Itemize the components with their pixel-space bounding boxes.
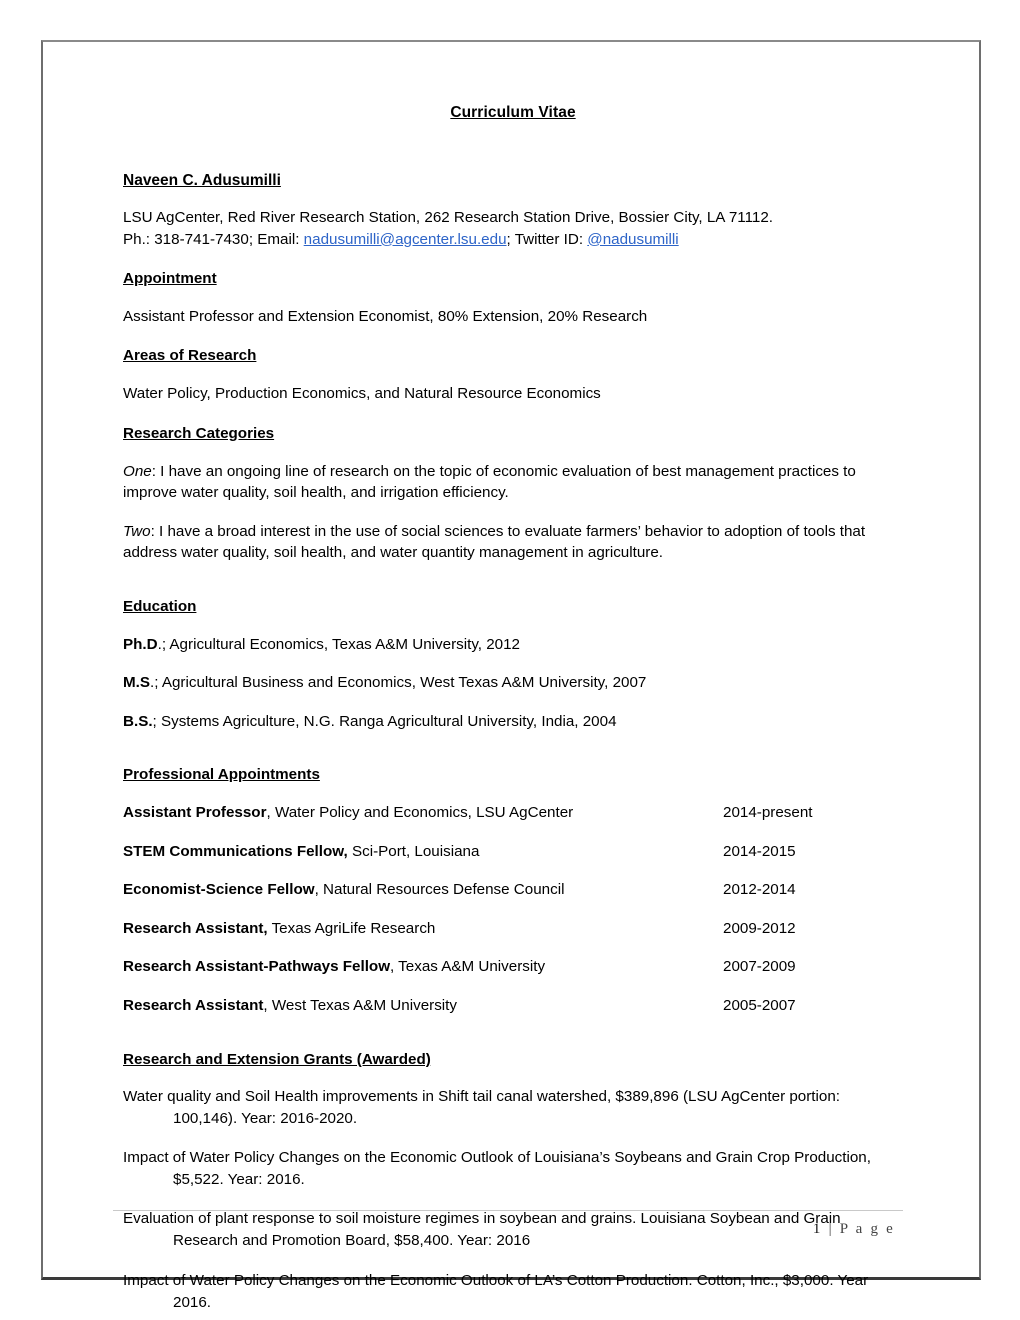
appointment-years: 2012-2014 [723, 881, 796, 899]
appointment-row: Research Assistant, West Texas A&M Unive… [123, 995, 903, 1017]
contact-prefix: Ph.: 318-741-7430; Email: [123, 230, 304, 248]
appointment-title: Research Assistant, [123, 919, 268, 937]
education-degree: B.S. [123, 712, 153, 730]
appointment-years: 2014-present [723, 804, 813, 822]
page-title-text: Curriculum Vitae [450, 104, 576, 121]
footer-page-number: 1 [812, 1221, 823, 1237]
section-heading-professional-appointments: Professional Appointments [123, 766, 320, 784]
research-category-two-text: : I have a broad interest in the use of … [123, 522, 866, 562]
grant-entry: Water quality and Soil Health improvemen… [123, 1088, 841, 1128]
page-title: Curriculum Vitae [123, 104, 903, 122]
footer-page-label: P a g e [839, 1221, 895, 1237]
education-entry: B.S.; Systems Agriculture, N.G. Ranga Ag… [123, 711, 903, 733]
page-footer: 1 | P a g e [113, 1210, 903, 1238]
address-text: LSU AgCenter, Red River Research Station… [123, 209, 774, 226]
document-body: Curriculum Vitae Naveen C. Adusumilli LS… [123, 104, 903, 1314]
appointment-title: Economist-Science Fellow [123, 881, 315, 899]
section-heading-areas-of-research: Areas of Research [123, 347, 257, 365]
page-border: Curriculum Vitae Naveen C. Adusumilli LS… [41, 40, 981, 1311]
appointment-row: Research Assistant, Texas AgriLife Resea… [123, 918, 903, 940]
appointment-role: Economist-Science Fellow, Natural Resour… [123, 879, 723, 901]
author-name: Naveen C. Adusumilli [123, 172, 281, 189]
education-detail: ; Systems Agriculture, N.G. Ranga Agricu… [152, 712, 617, 730]
appointment-title: Research Assistant [123, 997, 264, 1014]
education-entry: M.S.; Agricultural Business and Economic… [123, 672, 903, 694]
contact-block: LSU AgCenter, Red River Research Station… [123, 207, 903, 250]
appointment-role: Research Assistant-Pathways Fellow, Texa… [123, 956, 723, 978]
education-detail: .; Agricultural Business and Economics, … [150, 674, 647, 692]
areas-of-research-text: Water Policy, Production Economics, and … [123, 385, 601, 403]
appointment-row: Assistant Professor, Water Policy and Ec… [123, 802, 903, 824]
appointment-row: STEM Communications Fellow, Sci-Port, Lo… [123, 841, 903, 863]
appointment-title: Assistant Professor [123, 804, 267, 822]
research-category-two: Two: I have a broad interest in the use … [123, 521, 903, 564]
education-entry: Ph.D.; Agricultural Economics, Texas A&M… [123, 634, 903, 656]
research-category-two-label: Two [123, 522, 151, 540]
footer-page-indicator: 1 | P a g e [113, 1211, 903, 1238]
research-category-one-text: : I have an ongoing line of research on … [123, 462, 856, 502]
appointment-years: 2009-2012 [723, 919, 796, 937]
research-category-one-label: One [123, 462, 152, 480]
appointment-row: Research Assistant-Pathways Fellow, Texa… [123, 956, 903, 978]
email-link[interactable]: nadusumilli@agcenter.lsu.edu [304, 231, 507, 248]
appointment-role: Research Assistant, West Texas A&M Unive… [123, 995, 723, 1017]
section-heading-appointment: Appointment [123, 270, 217, 288]
footer-separator: | [828, 1221, 834, 1237]
appointment-title: Research Assistant-Pathways Fellow [123, 958, 391, 976]
appointment-detail: , Water Policy and Economics, LSU AgCent… [266, 804, 574, 822]
appointment-role: Research Assistant, Texas AgriLife Resea… [123, 918, 723, 940]
appointment-row: Economist-Science Fellow, Natural Resour… [123, 879, 903, 901]
education-detail: .; Agricultural Economics, Texas A&M Uni… [157, 635, 521, 653]
appointment-title: STEM Communications Fellow, [123, 842, 348, 860]
twitter-link[interactable]: @nadusumilli [587, 231, 678, 248]
appointment-role: Assistant Professor, Water Policy and Ec… [123, 802, 723, 824]
contact-middle: ; Twitter ID: [506, 230, 588, 248]
section-heading-education: Education [123, 597, 197, 615]
appointment-detail: , Texas A&M University [390, 958, 546, 976]
appointment-years: 2007-2009 [723, 958, 796, 976]
appointment-detail: Texas AgriLife Research [267, 919, 436, 937]
appointment-detail: , Natural Resources Defense Council [314, 881, 565, 899]
appointment-detail: Sci-Port, Louisiana [347, 842, 480, 860]
appointment-years: 2005-2007 [723, 997, 796, 1014]
grant-entry: Impact of Water Policy Changes on the Ec… [123, 1271, 869, 1311]
section-heading-grants: Research and Extension Grants (Awarded) [123, 1050, 431, 1068]
education-degree: Ph.D [123, 635, 158, 653]
section-heading-research-categories: Research Categories [123, 424, 275, 442]
grant-entry: Impact of Water Policy Changes on the Ec… [123, 1149, 871, 1189]
appointment-detail: , West Texas A&M University [263, 997, 457, 1014]
education-degree: M.S [123, 674, 151, 692]
appointment-role: STEM Communications Fellow, Sci-Port, Lo… [123, 841, 723, 863]
appointment-years: 2014-2015 [723, 842, 796, 860]
appointment-text: Assistant Professor and Extension Econom… [123, 307, 648, 325]
research-category-one: One: I have an ongoing line of research … [123, 461, 903, 504]
